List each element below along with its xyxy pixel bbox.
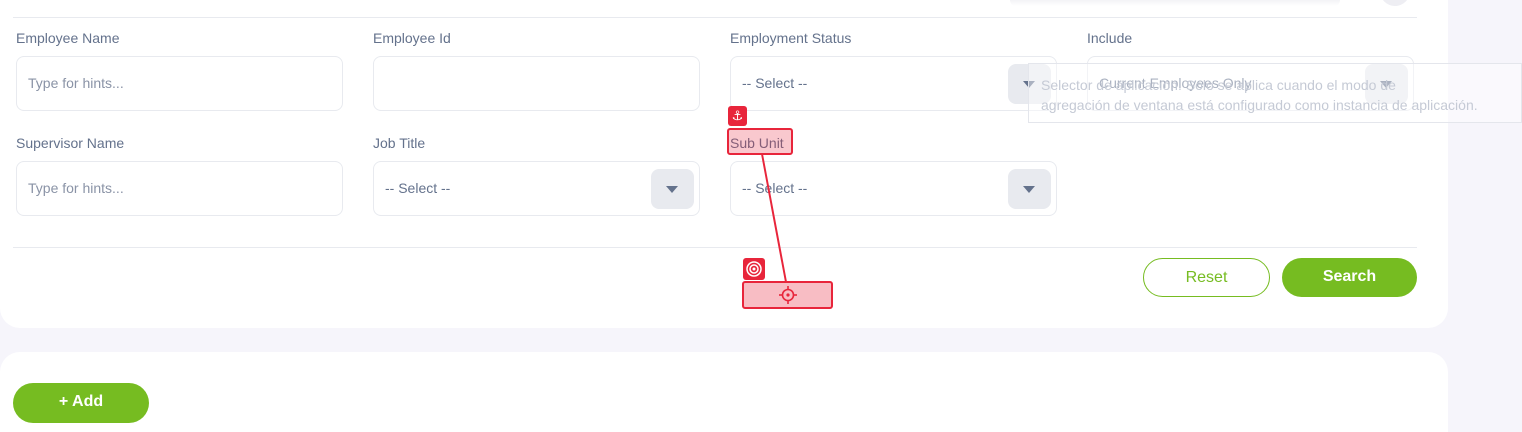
target-highlight-box	[742, 281, 833, 309]
annotation-connector	[761, 153, 787, 283]
connector-line	[761, 153, 787, 283]
anchor-icon: ⚓	[728, 106, 747, 126]
anchor-highlight-box	[727, 128, 793, 155]
target-icon	[743, 258, 765, 280]
crosshair-icon	[779, 286, 797, 304]
